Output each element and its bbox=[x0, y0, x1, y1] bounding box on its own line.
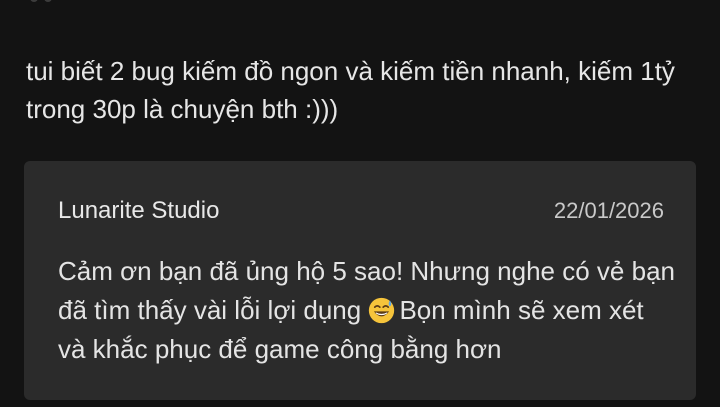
developer-reply-card: Lunarite Studio 22/01/2026 Cảm ơn bạn đã… bbox=[24, 161, 696, 400]
grinning-sweat-emoji-icon bbox=[369, 297, 395, 324]
reply-author: Lunarite Studio bbox=[58, 197, 220, 224]
reply-text: Cảm ơn bạn đã ủng hộ 5 sao! Nhưng nghe c… bbox=[58, 252, 678, 369]
reply-date: 22/01/2026 bbox=[553, 198, 664, 223]
review-text: tui biết 2 bug kiếm đồ ngon và kiếm tiền… bbox=[26, 56, 675, 124]
reply-header: Lunarite Studio 22/01/2026 bbox=[58, 197, 664, 225]
cut-off-avatar-fragment bbox=[30, 0, 60, 4]
